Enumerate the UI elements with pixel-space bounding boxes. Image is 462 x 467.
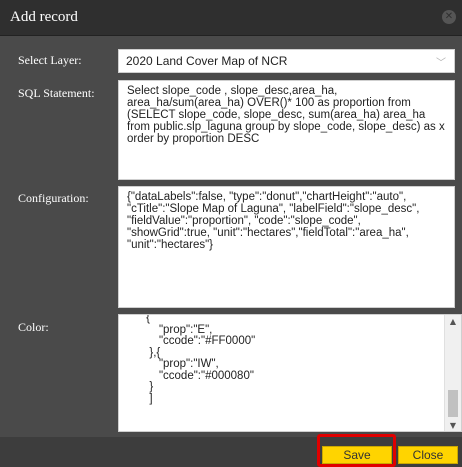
color-label: Color: (18, 320, 49, 334)
configuration-textarea[interactable]: {"dataLabels":false, "type":"donut","cha… (118, 186, 455, 308)
scroll-up-icon[interactable]: ▲ (445, 315, 461, 329)
close-button[interactable]: Close (398, 446, 458, 464)
chevron-down-icon[interactable]: ﹀ (436, 54, 446, 69)
save-button[interactable]: Save (322, 446, 392, 464)
add-record-dialog: Add record ✕ Select Layer: 2020 Land Cov… (0, 0, 462, 467)
select-layer-label: Select Layer: (18, 53, 82, 67)
color-textarea[interactable]: { "prop":"E", "ccode":"#FF0000" },{ "pro… (118, 314, 462, 432)
configuration-label: Configuration: (18, 191, 89, 205)
close-icon[interactable]: ✕ (442, 10, 456, 24)
sql-statement-textarea[interactable]: Select slope_code , slope_desc,area_ha, … (118, 80, 455, 180)
vertical-scrollbar[interactable]: ▲ ▼ (444, 315, 461, 431)
select-layer-value: 2020 Land Cover Map of NCR (126, 54, 288, 68)
sql-statement-label: SQL Statement: (18, 86, 95, 100)
select-layer-dropdown[interactable]: 2020 Land Cover Map of NCR ﹀ (118, 49, 455, 73)
scrollbar-thumb[interactable] (448, 390, 458, 417)
dialog-title: Add record (10, 9, 78, 25)
dialog-titlebar: Add record ✕ (0, 0, 462, 36)
color-textarea-content: { "prop":"E", "ccode":"#FF0000" },{ "pro… (146, 314, 256, 405)
scroll-down-icon[interactable]: ▼ (445, 419, 461, 431)
